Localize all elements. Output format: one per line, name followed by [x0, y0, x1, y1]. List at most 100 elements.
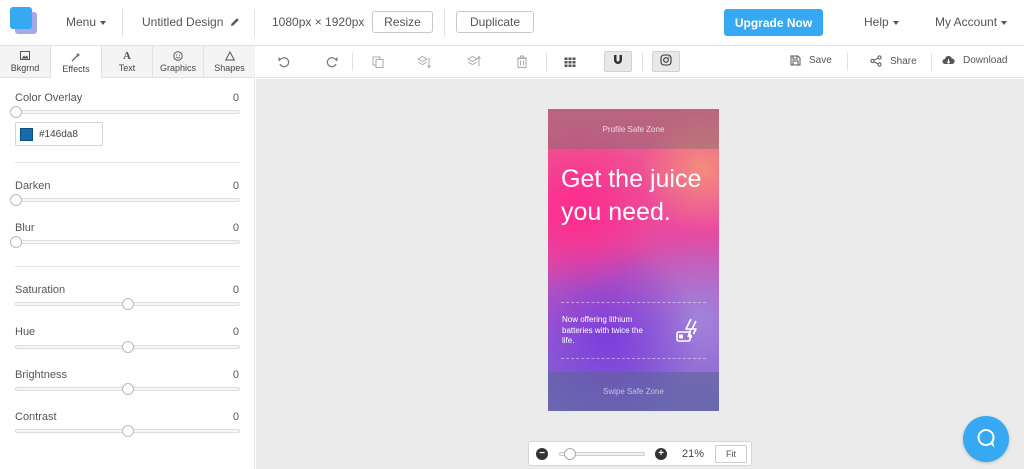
wand-icon — [71, 52, 81, 64]
slider-thumb[interactable] — [121, 298, 134, 310]
tab-label: Text — [118, 63, 136, 73]
tab-label: Shapes — [214, 63, 245, 73]
design-headline[interactable]: Get the juice you need. — [561, 163, 711, 229]
canvas-dimensions: 1080px × 1920px — [272, 15, 365, 29]
design-artboard[interactable]: Profile Safe Zone Get the juice you need… — [548, 109, 719, 411]
top-bar: Menu Untitled Design 1080px × 1920px Res… — [0, 0, 1024, 46]
tab-shapes[interactable]: Shapes — [204, 46, 255, 78]
panel-tabs: Bkgrnd Effects A Text Graphics Shapes — [0, 46, 255, 79]
saturation-label: Saturation — [15, 284, 66, 296]
redo-icon[interactable] — [324, 54, 340, 70]
editor-toolbar: Save Share Download — [256, 46, 1024, 78]
effects-panel: Color Overlay 0 #146da8 Darken 0 Blur 0 … — [0, 78, 255, 469]
chevron-down-icon — [100, 20, 107, 25]
hue-slider[interactable] — [15, 341, 240, 353]
blur-label: Blur — [15, 222, 35, 234]
zoom-level-value: 21% — [682, 448, 705, 460]
help-label: Help — [864, 15, 889, 29]
help-menu[interactable]: Help — [864, 15, 899, 29]
divider — [15, 162, 240, 163]
download-button[interactable]: Download — [942, 55, 1007, 66]
hue-label: Hue — [15, 326, 36, 338]
darken-label: Darken — [15, 180, 51, 192]
menu-label: Menu — [66, 15, 97, 29]
chevron-down-icon — [892, 20, 899, 25]
undo-icon[interactable] — [276, 54, 292, 70]
saturation-value: 0 — [232, 284, 239, 296]
slider-thumb[interactable] — [121, 383, 134, 395]
text-icon: A — [123, 50, 131, 62]
blur-value: 0 — [232, 222, 239, 234]
design-title-text: Untitled Design — [142, 15, 224, 29]
chevron-down-icon — [1001, 20, 1008, 25]
resize-button[interactable]: Resize — [372, 11, 433, 33]
app-logo[interactable] — [10, 7, 38, 35]
zoom-fit-button[interactable]: Fit — [715, 445, 747, 463]
save-button[interactable]: Save — [790, 55, 832, 66]
hue-value: 0 — [232, 326, 239, 338]
darken-slider[interactable] — [10, 194, 240, 206]
instagram-icon — [660, 54, 672, 69]
bring-forward-icon[interactable] — [466, 54, 482, 70]
brightness-value: 0 — [232, 369, 239, 381]
tab-bkgrnd[interactable]: Bkgrnd — [0, 46, 51, 78]
magnet-icon — [612, 54, 624, 69]
chat-bubble-icon — [975, 427, 997, 452]
slider-thumb[interactable] — [10, 236, 22, 248]
canvas-area[interactable]: Profile Safe Zone Get the juice you need… — [256, 79, 1024, 469]
duplicate-button[interactable]: Duplicate — [456, 11, 534, 33]
tab-effects[interactable]: Effects — [51, 46, 102, 79]
color-overlay-slider[interactable] — [10, 106, 240, 118]
zoom-slider-thumb[interactable] — [563, 448, 576, 460]
account-label: My Account — [935, 15, 998, 29]
swipe-safe-zone: Swipe Safe Zone — [548, 372, 719, 411]
snap-magnet-button[interactable] — [604, 51, 632, 72]
upgrade-now-button[interactable]: Upgrade Now — [724, 9, 823, 36]
image-icon — [20, 51, 30, 63]
zoom-out-button[interactable]: − — [536, 448, 548, 460]
triangle-icon — [224, 50, 235, 63]
instagram-overlay-button[interactable] — [652, 51, 680, 72]
tab-label: Bkgrnd — [10, 63, 40, 73]
tab-label: Effects — [62, 63, 90, 74]
slider-thumb[interactable] — [121, 425, 134, 437]
brightness-label: Brightness — [15, 369, 67, 381]
slider-thumb[interactable] — [10, 194, 22, 206]
copy-icon[interactable] — [370, 54, 386, 70]
share-icon — [870, 55, 882, 67]
save-icon — [790, 55, 801, 66]
divider-line[interactable] — [561, 358, 706, 359]
grid-icon[interactable] — [562, 54, 578, 70]
pencil-icon — [230, 16, 240, 30]
saturation-slider[interactable] — [15, 298, 240, 310]
design-title[interactable]: Untitled Design — [142, 15, 240, 30]
brightness-slider[interactable] — [15, 383, 240, 395]
tab-text[interactable]: A Text — [102, 46, 153, 78]
slider-thumb[interactable] — [10, 106, 22, 118]
design-subtext[interactable]: Now offering lithium batteries with twic… — [562, 315, 652, 347]
overlay-color-input[interactable]: #146da8 — [15, 122, 103, 146]
battery-charging-icon[interactable] — [675, 317, 703, 345]
divider-line[interactable] — [561, 302, 706, 303]
cloud-download-icon — [942, 56, 955, 64]
tab-graphics[interactable]: Graphics — [153, 46, 204, 78]
blur-slider[interactable] — [10, 236, 240, 248]
trash-icon[interactable] — [514, 54, 530, 70]
color-overlay-value: 0 — [232, 92, 239, 104]
zoom-slider[interactable] — [559, 448, 645, 460]
share-button[interactable]: Share — [870, 55, 917, 67]
save-label: Save — [809, 55, 832, 66]
account-menu[interactable]: My Account — [935, 15, 1008, 29]
smiley-icon — [173, 51, 183, 63]
tab-label: Graphics — [159, 63, 196, 73]
divider — [15, 266, 240, 267]
zoom-in-button[interactable]: + — [655, 448, 667, 460]
contrast-value: 0 — [232, 411, 239, 423]
profile-safe-zone: Profile Safe Zone — [548, 109, 719, 149]
menu-button[interactable]: Menu — [66, 15, 107, 29]
contrast-slider[interactable] — [15, 425, 240, 437]
color-swatch[interactable] — [20, 127, 33, 141]
help-chat-button[interactable] — [963, 416, 1009, 462]
slider-thumb[interactable] — [121, 341, 134, 353]
send-backward-icon[interactable] — [416, 54, 432, 70]
